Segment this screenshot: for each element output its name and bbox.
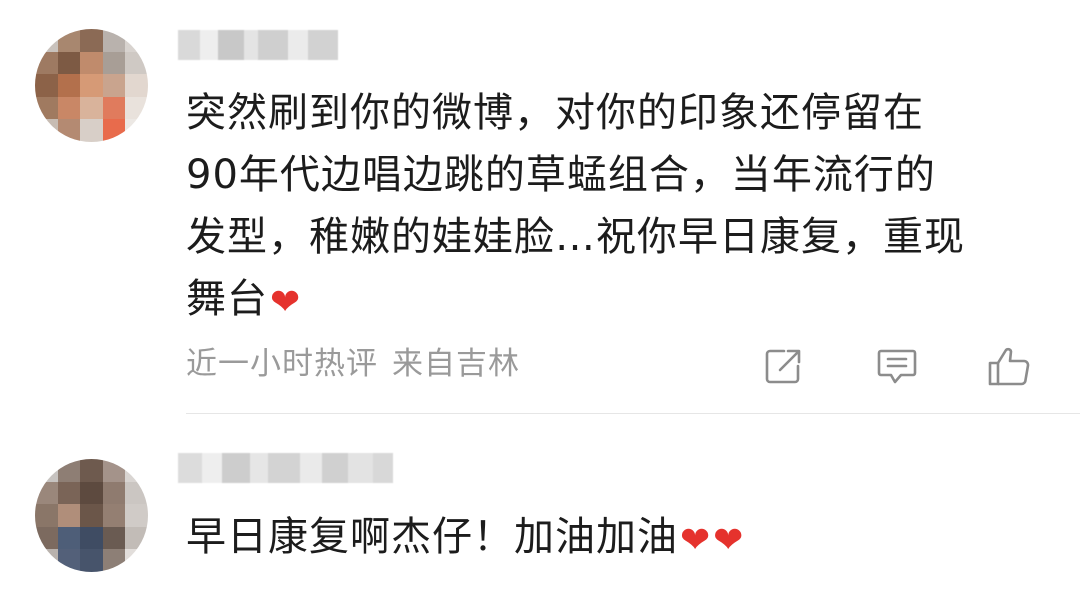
avatar-mosaic (35, 29, 148, 142)
comment-text: 突然刷到你的微博，对你的印象还停留在 90年代边唱边跳的草蜢组合，当年流行的 发型，… (186, 82, 1066, 330)
comment-icon (877, 349, 917, 384)
avatar[interactable] (35, 29, 148, 142)
comment-text-line: 90年代边唱边跳的草蜢组合，当年流行的 (186, 152, 936, 198)
comment-meta: 近一小时热评 来自吉林 (186, 343, 520, 385)
comment-text: 早日康复啊杰仔！加油加油❤❤ (186, 506, 1066, 568)
heart-emoji-icon: ❤ (270, 282, 302, 323)
username-blurred[interactable] (178, 453, 393, 483)
comment-text-line: 舞台 (186, 276, 268, 322)
like-button[interactable] (986, 343, 1032, 389)
share-icon (765, 349, 801, 384)
comment-time: 近一小时热评 (186, 346, 378, 382)
share-button[interactable] (760, 343, 806, 389)
comment-text-line: 早日康复啊杰仔！加油加油 (186, 514, 678, 560)
comment-text-line: 突然刷到你的微博，对你的印象还停留在 (186, 90, 924, 136)
avatar[interactable] (35, 459, 148, 572)
avatar-mosaic (35, 459, 148, 572)
comment-text-line: 发型，稚嫩的娃娃脸…祝你早日康复，重现 (186, 214, 965, 260)
comment-divider (186, 413, 1080, 414)
comment-item: 突然刷到你的微博，对你的印象还停留在 90年代边唱边跳的草蜢组合，当年流行的 发型，… (0, 0, 1080, 415)
heart-emoji-icon: ❤ (713, 520, 745, 561)
heart-emoji-icon: ❤ (680, 520, 712, 561)
comment-location: 来自吉林 (392, 346, 520, 382)
like-icon (988, 347, 1030, 386)
username-blurred[interactable] (178, 30, 338, 60)
comment-item: 早日康复啊杰仔！加油加油❤❤ (0, 415, 1080, 603)
comment-button[interactable] (874, 343, 920, 389)
